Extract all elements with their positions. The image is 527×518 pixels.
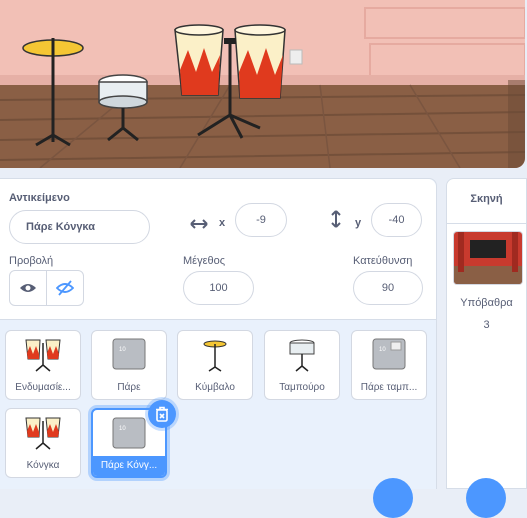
size-label: Μέγεθος — [183, 255, 226, 267]
sprite-tile[interactable]: Ενδυμασίε... — [5, 330, 81, 400]
sprite-tile-name: Ενδυμασίε... — [15, 382, 71, 393]
sprite-tile[interactable]: Κόνγκα — [5, 408, 81, 478]
y-label: y — [355, 217, 362, 229]
sprite-tile[interactable]: Κύμβαλο — [177, 330, 253, 400]
backdrop-preview — [454, 232, 522, 284]
stage-scene — [0, 0, 525, 168]
grey-box-icon: 10 — [372, 338, 406, 370]
sprite-label: Αντικείμενο — [9, 192, 70, 204]
sprite-tile-name: Ταμπούρο — [279, 382, 325, 393]
show-label: Προβολή — [9, 255, 54, 267]
direction-label: Κατεύθυνση — [353, 255, 413, 267]
delete-sprite-button[interactable] — [148, 400, 176, 428]
choose-backdrop-button[interactable] — [466, 478, 506, 518]
hide-sprite-button[interactable] — [46, 271, 83, 305]
size-input[interactable]: 100 — [183, 271, 254, 305]
trash-icon — [156, 406, 168, 422]
svg-text:10: 10 — [119, 426, 126, 432]
eye-icon — [20, 284, 36, 292]
choose-sprite-button[interactable] — [373, 478, 413, 518]
eye-slash-icon — [56, 280, 74, 296]
sprite-tile-name: Κύμβαλο — [195, 382, 235, 393]
backdrops-count: 3 — [483, 319, 490, 331]
snare-drum-icon — [289, 339, 315, 372]
conga-icon — [25, 417, 61, 450]
x-label: x — [219, 217, 226, 229]
sprite-tile[interactable]: Ταμπούρο — [264, 330, 340, 400]
stage-selector-pane[interactable]: Σκηνή Υπόβαθρα 3 — [446, 178, 527, 489]
divider — [447, 223, 526, 224]
sprite-tile-name: Πάρε ταμπ... — [360, 382, 418, 393]
visibility-toggle — [9, 270, 84, 306]
x-input[interactable]: -9 — [235, 203, 287, 237]
cymbal-icon — [203, 340, 227, 372]
sprite-tile-name: Πάρε — [117, 382, 141, 393]
backdrops-label: Υπόβαθρα — [460, 297, 513, 309]
vertical-arrows-icon — [331, 210, 341, 228]
backdrop-thumbnail[interactable] — [453, 231, 523, 285]
svg-text:10: 10 — [379, 347, 386, 353]
grey-box-icon: 10 — [112, 338, 146, 370]
conga-icon — [25, 339, 61, 372]
y-input[interactable]: -40 — [371, 203, 422, 237]
sprite-tile[interactable]: 10 Πάρε — [91, 330, 167, 400]
grey-box-icon: 10 — [112, 417, 146, 449]
sprite-info-panel: Αντικείμενο Πάρε Κόνγκα x -9 y -40 Προβο… — [0, 179, 436, 320]
sprite-tile-name: Κόνγκα — [26, 460, 60, 471]
direction-input[interactable]: 90 — [353, 271, 423, 305]
stage-title: Σκηνή — [470, 193, 503, 205]
show-sprite-button[interactable] — [10, 271, 46, 305]
sprite-tile-name: Πάρε Κόνγ... — [93, 456, 165, 476]
stage-canvas[interactable] — [0, 0, 525, 168]
svg-text:10: 10 — [119, 347, 126, 353]
sprite-tile[interactable]: 10 Πάρε ταμπ... — [351, 330, 427, 400]
horizontal-arrows-icon — [190, 219, 208, 229]
sprite-name-input[interactable]: Πάρε Κόνγκα — [9, 210, 150, 244]
